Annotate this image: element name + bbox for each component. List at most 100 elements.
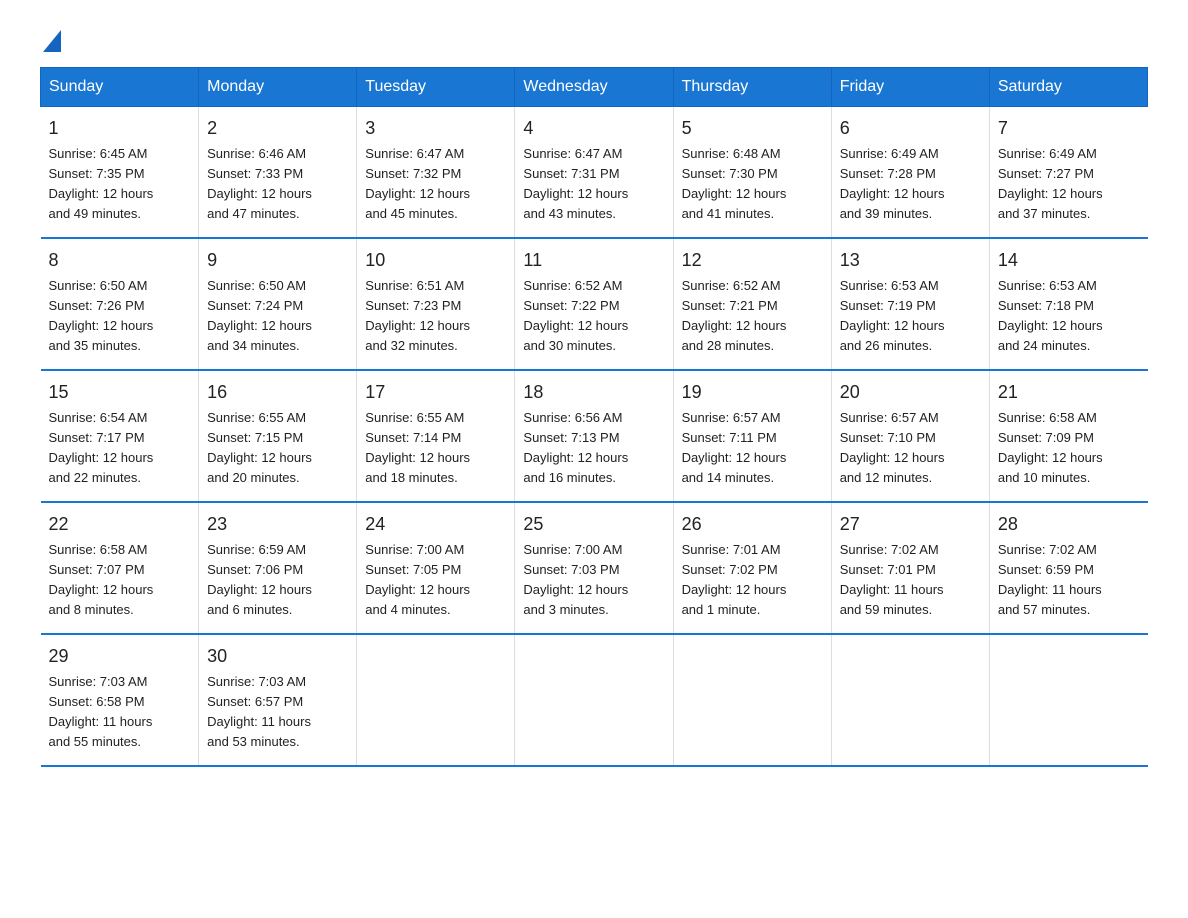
calendar-cell: 28 Sunrise: 7:02 AMSunset: 6:59 PMDayligh…: [989, 502, 1147, 634]
day-info: Sunrise: 6:58 AMSunset: 7:09 PMDaylight:…: [998, 410, 1103, 486]
calendar-cell: 27Sunrise: 7:02 AMSunset: 7:01 PMDayligh…: [831, 502, 989, 634]
calendar-week-row: 15 Sunrise: 6:54 AMSunset: 7:17 PMDayligh…: [41, 370, 1148, 502]
day-number: 18: [523, 379, 664, 406]
day-info: Sunrise: 6:52 AMSunset: 7:22 PMDaylight:…: [523, 278, 628, 354]
day-number: 1: [49, 115, 191, 142]
day-info: Sunrise: 6:55 AMSunset: 7:15 PMDaylight:…: [207, 410, 312, 486]
day-info: Sunrise: 6:49 AMSunset: 7:28 PMDaylight:…: [840, 146, 945, 222]
day-info: Sunrise: 7:03 AMSunset: 6:57 PMDaylight:…: [207, 674, 311, 750]
calendar-cell: 20 Sunrise: 6:57 AMSunset: 7:10 PMDayligh…: [831, 370, 989, 502]
calendar-cell: 3 Sunrise: 6:47 AMSunset: 7:32 PMDaylight…: [357, 106, 515, 238]
day-number: 8: [49, 247, 191, 274]
calendar-week-row: 22 Sunrise: 6:58 AMSunset: 7:07 PMDayligh…: [41, 502, 1148, 634]
header-day-saturday: Saturday: [989, 67, 1147, 106]
header-day-thursday: Thursday: [673, 67, 831, 106]
day-number: 25: [523, 511, 664, 538]
calendar-week-row: 8 Sunrise: 6:50 AMSunset: 7:26 PMDaylight…: [41, 238, 1148, 370]
day-number: 15: [49, 379, 191, 406]
calendar-cell: 9Sunrise: 6:50 AMSunset: 7:24 PMDaylight…: [199, 238, 357, 370]
header-day-monday: Monday: [199, 67, 357, 106]
day-number: 17: [365, 379, 506, 406]
day-info: Sunrise: 7:01 AMSunset: 7:02 PMDaylight:…: [682, 542, 787, 618]
header-day-tuesday: Tuesday: [357, 67, 515, 106]
day-number: 13: [840, 247, 981, 274]
header-day-sunday: Sunday: [41, 67, 199, 106]
day-info: Sunrise: 6:52 AMSunset: 7:21 PMDaylight:…: [682, 278, 787, 354]
calendar-cell: [673, 634, 831, 766]
calendar-cell: 16 Sunrise: 6:55 AMSunset: 7:15 PMDayligh…: [199, 370, 357, 502]
calendar-cell: 13 Sunrise: 6:53 AMSunset: 7:19 PMDayligh…: [831, 238, 989, 370]
calendar-header-row: SundayMondayTuesdayWednesdayThursdayFrid…: [41, 67, 1148, 106]
day-info: Sunrise: 7:00 AMSunset: 7:05 PMDaylight:…: [365, 542, 470, 618]
calendar-week-row: 1 Sunrise: 6:45 AMSunset: 7:35 PMDaylight…: [41, 106, 1148, 238]
day-number: 5: [682, 115, 823, 142]
day-number: 7: [998, 115, 1140, 142]
day-number: 22: [49, 511, 191, 538]
day-info: Sunrise: 6:59 AMSunset: 7:06 PMDaylight:…: [207, 542, 312, 618]
calendar-week-row: 29Sunrise: 7:03 AMSunset: 6:58 PMDayligh…: [41, 634, 1148, 766]
day-info: Sunrise: 7:00 AMSunset: 7:03 PMDaylight:…: [523, 542, 628, 618]
calendar-cell: 15 Sunrise: 6:54 AMSunset: 7:17 PMDayligh…: [41, 370, 199, 502]
day-info: Sunrise: 6:53 AMSunset: 7:18 PMDaylight:…: [998, 278, 1103, 354]
day-number: 29: [49, 643, 191, 670]
day-number: 3: [365, 115, 506, 142]
calendar-cell: 24 Sunrise: 7:00 AMSunset: 7:05 PMDayligh…: [357, 502, 515, 634]
calendar-cell: 29Sunrise: 7:03 AMSunset: 6:58 PMDayligh…: [41, 634, 199, 766]
day-info: Sunrise: 6:56 AMSunset: 7:13 PMDaylight:…: [523, 410, 628, 486]
day-number: 14: [998, 247, 1140, 274]
day-number: 12: [682, 247, 823, 274]
calendar-cell: 10 Sunrise: 6:51 AMSunset: 7:23 PMDayligh…: [357, 238, 515, 370]
calendar-cell: [831, 634, 989, 766]
calendar-cell: 26 Sunrise: 7:01 AMSunset: 7:02 PMDayligh…: [673, 502, 831, 634]
logo-triangle-icon: [43, 30, 61, 52]
day-number: 24: [365, 511, 506, 538]
day-info: Sunrise: 6:50 AMSunset: 7:26 PMDaylight:…: [49, 278, 154, 354]
calendar-cell: 17 Sunrise: 6:55 AMSunset: 7:14 PMDayligh…: [357, 370, 515, 502]
calendar-cell: 6 Sunrise: 6:49 AMSunset: 7:28 PMDaylight…: [831, 106, 989, 238]
day-info: Sunrise: 6:55 AMSunset: 7:14 PMDaylight:…: [365, 410, 470, 486]
day-info: Sunrise: 7:02 AMSunset: 7:01 PMDaylight:…: [840, 542, 944, 618]
calendar-cell: 19Sunrise: 6:57 AMSunset: 7:11 PMDayligh…: [673, 370, 831, 502]
calendar-cell: [989, 634, 1147, 766]
calendar-cell: 4 Sunrise: 6:47 AMSunset: 7:31 PMDaylight…: [515, 106, 673, 238]
day-info: Sunrise: 6:47 AMSunset: 7:31 PMDaylight:…: [523, 146, 628, 222]
day-number: 28: [998, 511, 1140, 538]
day-info: Sunrise: 6:47 AMSunset: 7:32 PMDaylight:…: [365, 146, 470, 222]
calendar-cell: 25 Sunrise: 7:00 AMSunset: 7:03 PMDayligh…: [515, 502, 673, 634]
calendar-cell: [515, 634, 673, 766]
day-number: 4: [523, 115, 664, 142]
calendar-cell: 11Sunrise: 6:52 AMSunset: 7:22 PMDayligh…: [515, 238, 673, 370]
page-header: [40, 30, 1148, 57]
day-number: 30: [207, 643, 348, 670]
calendar-cell: [357, 634, 515, 766]
day-number: 23: [207, 511, 348, 538]
calendar-cell: 14 Sunrise: 6:53 AMSunset: 7:18 PMDayligh…: [989, 238, 1147, 370]
calendar-cell: 1 Sunrise: 6:45 AMSunset: 7:35 PMDaylight…: [41, 106, 199, 238]
header-day-friday: Friday: [831, 67, 989, 106]
day-info: Sunrise: 6:53 AMSunset: 7:19 PMDaylight:…: [840, 278, 945, 354]
day-info: Sunrise: 6:48 AMSunset: 7:30 PMDaylight:…: [682, 146, 787, 222]
day-info: Sunrise: 7:02 AMSunset: 6:59 PMDaylight:…: [998, 542, 1102, 618]
day-number: 10: [365, 247, 506, 274]
calendar-cell: 30 Sunrise: 7:03 AMSunset: 6:57 PMDayligh…: [199, 634, 357, 766]
calendar-cell: 7 Sunrise: 6:49 AMSunset: 7:27 PMDaylight…: [989, 106, 1147, 238]
day-number: 16: [207, 379, 348, 406]
day-info: Sunrise: 6:51 AMSunset: 7:23 PMDaylight:…: [365, 278, 470, 354]
day-number: 9: [207, 247, 348, 274]
logo: [40, 30, 61, 57]
day-number: 6: [840, 115, 981, 142]
day-info: Sunrise: 6:54 AMSunset: 7:17 PMDaylight:…: [49, 410, 154, 486]
header-day-wednesday: Wednesday: [515, 67, 673, 106]
calendar-cell: 5 Sunrise: 6:48 AMSunset: 7:30 PMDaylight…: [673, 106, 831, 238]
day-number: 20: [840, 379, 981, 406]
day-info: Sunrise: 6:57 AMSunset: 7:10 PMDaylight:…: [840, 410, 945, 486]
day-info: Sunrise: 6:45 AMSunset: 7:35 PMDaylight:…: [49, 146, 154, 222]
calendar-cell: 12 Sunrise: 6:52 AMSunset: 7:21 PMDayligh…: [673, 238, 831, 370]
day-number: 21: [998, 379, 1140, 406]
calendar-cell: 18 Sunrise: 6:56 AMSunset: 7:13 PMDayligh…: [515, 370, 673, 502]
day-number: 2: [207, 115, 348, 142]
day-info: Sunrise: 6:58 AMSunset: 7:07 PMDaylight:…: [49, 542, 154, 618]
day-info: Sunrise: 6:49 AMSunset: 7:27 PMDaylight:…: [998, 146, 1103, 222]
day-number: 26: [682, 511, 823, 538]
calendar-cell: 22 Sunrise: 6:58 AMSunset: 7:07 PMDayligh…: [41, 502, 199, 634]
